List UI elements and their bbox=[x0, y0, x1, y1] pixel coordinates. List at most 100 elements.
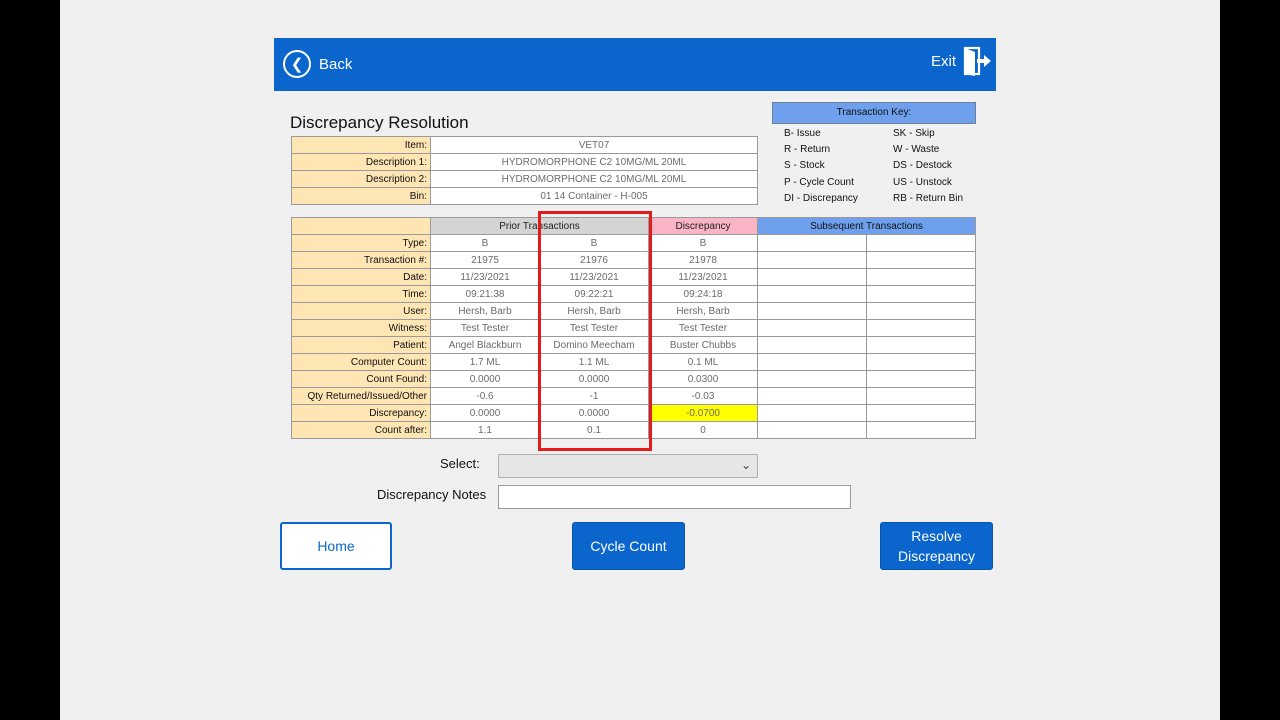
transaction-row: Discrepancy: 0.0000 0.0000 -0.0700 bbox=[291, 404, 976, 422]
transaction-cell bbox=[757, 421, 867, 439]
exit-button[interactable]: Exit bbox=[931, 44, 992, 78]
item-info-row: Description 2: HYDROMORPHONE C2 10MG/ML 2… bbox=[291, 170, 758, 188]
transaction-row: Computer Count: 1.7 ML 1.1 ML 0.1 ML bbox=[291, 353, 976, 371]
transaction-cell: 09:24:18 bbox=[648, 285, 758, 303]
app-screen: ❮ Back Exit Discrepancy Resolution Item:… bbox=[60, 0, 1220, 720]
transaction-key-item: SK - Skip bbox=[893, 128, 935, 139]
transaction-row: Count Found: 0.0000 0.0000 0.0300 bbox=[291, 370, 976, 388]
header-blank bbox=[291, 217, 431, 235]
header-discrepancy: Discrepancy bbox=[648, 217, 758, 235]
transaction-key-item: P - Cycle Count bbox=[784, 176, 854, 188]
transaction-cell: Angel Blackburn bbox=[430, 336, 540, 354]
transaction-cell: 09:22:21 bbox=[539, 285, 649, 303]
transaction-cell bbox=[757, 302, 867, 320]
transaction-row-label: Computer Count: bbox=[291, 353, 431, 371]
transaction-cell: Hersh, Barb bbox=[539, 302, 649, 320]
resolve-label-line1: Resolve bbox=[911, 528, 962, 544]
transaction-row: Patient: Angel Blackburn Domino Meecham Bus… bbox=[291, 336, 976, 354]
transaction-row-label: Time: bbox=[291, 285, 431, 303]
transaction-cell bbox=[866, 336, 976, 354]
back-button[interactable]: ❮ Back bbox=[283, 47, 352, 81]
transaction-cell: Hersh, Barb bbox=[430, 302, 540, 320]
transaction-cell bbox=[757, 404, 867, 422]
item-info-label: Description 2: bbox=[291, 170, 431, 188]
transaction-cell: Hersh, Barb bbox=[648, 302, 758, 320]
exit-label: Exit bbox=[930, 52, 956, 70]
home-button[interactable]: Home bbox=[280, 522, 392, 570]
transaction-cell bbox=[757, 387, 867, 405]
transaction-row: Count after: 1.1 0.1 0 bbox=[291, 421, 976, 439]
resolve-discrepancy-button[interactable]: Resolve Discrepancy bbox=[880, 522, 993, 570]
item-info-row: Item: VET07 bbox=[291, 136, 758, 154]
chevron-down-icon: ⌄ bbox=[740, 458, 751, 472]
transaction-cell: 0 bbox=[648, 421, 758, 439]
transaction-key-item: RB - Return Bin bbox=[893, 192, 964, 204]
transaction-row-label: Count Found: bbox=[291, 370, 431, 388]
transactions-header-row: Prior Transactions Discrepancy Subsequen… bbox=[291, 217, 976, 235]
item-info-value: 01 14 Container - H-005 bbox=[430, 187, 758, 205]
item-info-row: Bin: 01 14 Container - H-005 bbox=[291, 187, 758, 205]
transaction-cell bbox=[757, 285, 867, 303]
transaction-cell bbox=[757, 353, 867, 371]
transaction-key-col2: SK - Skip W - Waste DS - Destock US - Unsto… bbox=[893, 126, 963, 207]
transaction-cell: 1.1 ML bbox=[539, 353, 649, 371]
transaction-cell: -0.03 bbox=[648, 387, 758, 405]
transaction-cell bbox=[866, 251, 976, 269]
item-info-table: Item: VET07 Description 1: HYDROMORPHONE C2… bbox=[291, 136, 758, 205]
transaction-row-label: Discrepancy: bbox=[291, 404, 431, 422]
cycle-count-button[interactable]: Cycle Count bbox=[572, 522, 685, 570]
resolution-select[interactable]: ⌄ bbox=[498, 454, 758, 478]
transaction-key-item: W - Waste bbox=[893, 144, 940, 156]
transaction-row-label: Witness: bbox=[291, 319, 431, 337]
transaction-key-item: S - Stock bbox=[784, 160, 825, 172]
transaction-row-label: User: bbox=[291, 302, 431, 320]
transaction-cell: 21975 bbox=[430, 251, 540, 269]
transaction-cell bbox=[866, 404, 976, 422]
transaction-row: Transaction #: 21975 21976 21978 bbox=[291, 251, 976, 269]
transaction-row-label: Date: bbox=[291, 268, 431, 286]
transaction-cell bbox=[757, 319, 867, 337]
transaction-cell: 09:21:38 bbox=[430, 285, 540, 303]
transaction-cell: 1.1 bbox=[430, 421, 540, 439]
transaction-key-col1: B- Issue R - Return S - Stock P - Cycle Cou… bbox=[784, 126, 858, 207]
transaction-cell: 21978 bbox=[648, 251, 758, 269]
transaction-cell bbox=[757, 370, 867, 388]
transaction-cell bbox=[757, 336, 867, 354]
transaction-row-label: Transaction #: bbox=[291, 251, 431, 269]
transaction-cell: Test Tester bbox=[648, 319, 758, 337]
transaction-cell: B bbox=[430, 234, 540, 252]
transaction-row: Witness: Test Tester Test Tester Test Teste… bbox=[291, 319, 976, 337]
transaction-row: Type: B B B bbox=[291, 234, 976, 252]
item-info-label: Bin: bbox=[291, 187, 431, 205]
resolve-label-line2: Discrepancy bbox=[897, 548, 976, 564]
transaction-row: Date: 11/23/2021 11/23/2021 11/23/2021 bbox=[291, 268, 976, 286]
transaction-row-label: Count after: bbox=[291, 421, 431, 439]
transaction-cell: 11/23/2021 bbox=[648, 268, 758, 286]
transaction-cell bbox=[866, 319, 976, 337]
transaction-cell: 0.0000 bbox=[539, 370, 649, 388]
item-info-row: Description 1: HYDROMORPHONE C2 10MG/ML 2… bbox=[291, 153, 758, 171]
transaction-row-label: Patient: bbox=[291, 336, 431, 354]
transaction-cell: B bbox=[648, 234, 758, 252]
transaction-cell: Test Tester bbox=[539, 319, 649, 337]
header-prior-transactions: Prior Transactions bbox=[430, 217, 649, 235]
item-info-value: VET07 bbox=[430, 136, 758, 154]
transaction-cell: 0.1 ML bbox=[648, 353, 758, 371]
transaction-row-label: Qty Returned/Issued/Other bbox=[291, 387, 431, 405]
transaction-cell: -0.6 bbox=[430, 387, 540, 405]
item-info-value: HYDROMORPHONE C2 10MG/ML 20ML bbox=[430, 153, 758, 171]
transaction-key-item: B- Issue bbox=[784, 128, 821, 139]
discrepancy-notes-input[interactable] bbox=[498, 485, 851, 509]
transactions-table: Prior Transactions Discrepancy Subsequen… bbox=[291, 217, 976, 439]
chevron-left-icon: ❮ bbox=[283, 50, 311, 78]
transaction-cell bbox=[866, 370, 976, 388]
transaction-cell: Buster Chubbs bbox=[648, 336, 758, 354]
transaction-cell: -0.0700 bbox=[648, 404, 758, 422]
transaction-cell bbox=[866, 353, 976, 371]
transaction-key-item: DI - Discrepancy bbox=[784, 192, 858, 204]
transaction-cell: 0.0300 bbox=[648, 370, 758, 388]
transaction-cell: Test Tester bbox=[430, 319, 540, 337]
exit-door-icon bbox=[963, 46, 991, 76]
transaction-cell: 21976 bbox=[539, 251, 649, 269]
transaction-cell: -1 bbox=[539, 387, 649, 405]
